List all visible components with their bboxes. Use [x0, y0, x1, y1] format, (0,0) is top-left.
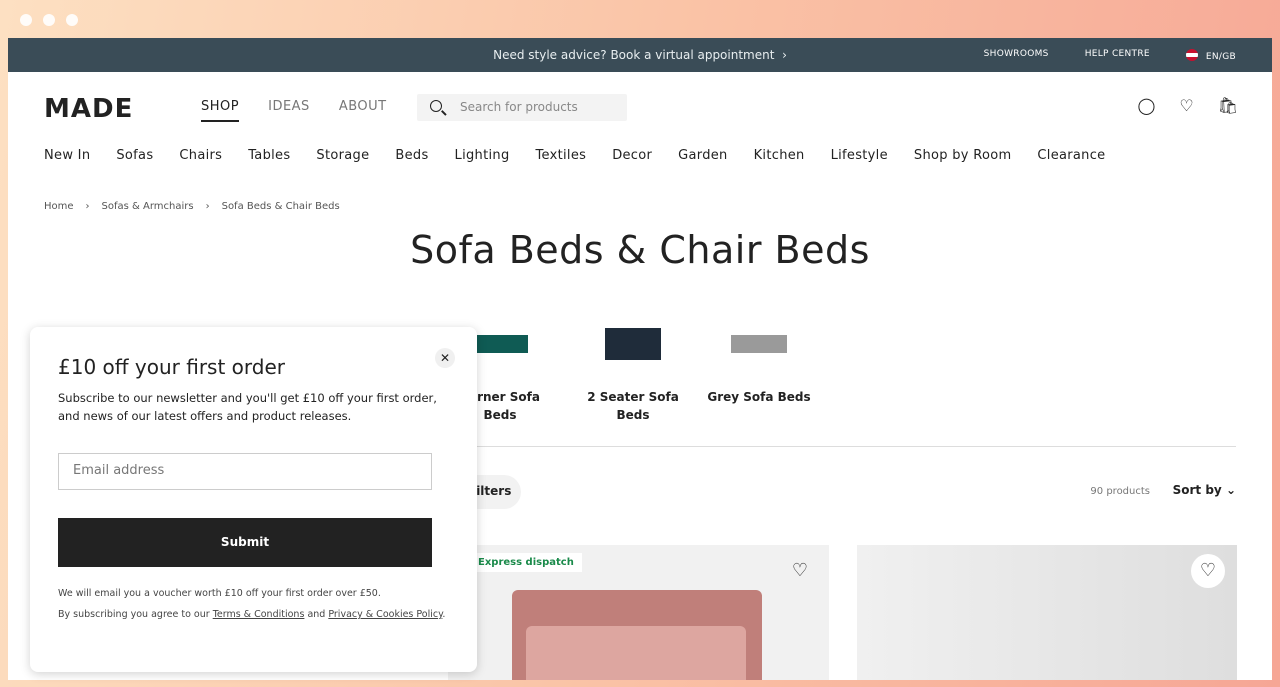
chevron-right-icon: ›: [778, 48, 787, 62]
category-item[interactable]: Clearance: [1037, 148, 1105, 163]
breadcrumb-home[interactable]: Home: [44, 201, 74, 212]
breadcrumb-current: Sofa Beds & Chair Beds: [221, 201, 340, 212]
category-item[interactable]: Lighting: [455, 148, 510, 163]
product-card[interactable]: Express dispatch ♡: [448, 545, 829, 680]
maximize-dot[interactable]: [66, 14, 78, 26]
tile-label: Grey Sofa Beds: [707, 390, 811, 404]
terms-link[interactable]: Terms & Conditions: [213, 609, 305, 620]
tile-label: 2 Seater Sofa Beds: [587, 390, 679, 422]
account-icon[interactable]: ◯: [1137, 96, 1155, 115]
category-item[interactable]: New In: [44, 148, 90, 163]
category-item[interactable]: Garden: [678, 148, 727, 163]
locale-text: EN/GB: [1205, 52, 1236, 62]
promo-text: Need style advice? Book a virtual appoin…: [493, 48, 775, 62]
category-item[interactable]: Textiles: [536, 148, 587, 163]
category-item[interactable]: Tables: [248, 148, 290, 163]
minimize-dot[interactable]: [43, 14, 55, 26]
nav-shop[interactable]: SHOP: [201, 99, 240, 122]
top-bar: Need style advice? Book a virtual appoin…: [8, 38, 1272, 72]
popup-fine-print: We will email you a voucher worth £10 of…: [58, 583, 448, 625]
popup-title: £10 off your first order: [58, 355, 286, 379]
consent-text: By subscribing you agree to our: [58, 609, 210, 620]
window-controls: [20, 14, 78, 26]
newsletter-popup: £10 off your first order ✕ Subscribe to …: [30, 327, 477, 672]
submit-button[interactable]: Submit: [58, 518, 432, 567]
product-image: [512, 590, 762, 680]
wishlist-heart-icon[interactable]: ♡: [1179, 96, 1193, 115]
corner-sofa-image: [472, 335, 528, 353]
category-item[interactable]: Storage: [316, 148, 369, 163]
consent-and: and: [307, 609, 326, 620]
category-item[interactable]: Shop by Room: [914, 148, 1012, 163]
search-icon: [430, 100, 442, 112]
category-nav: New In Sofas Chairs Tables Storage Beds …: [44, 148, 1105, 163]
wishlist-heart-icon[interactable]: ♡: [1191, 554, 1225, 588]
category-tile-grey[interactable]: Grey Sofa Beds: [704, 323, 814, 406]
sort-label: Sort by: [1172, 483, 1222, 497]
wishlist-heart-icon[interactable]: ♡: [783, 554, 817, 588]
locale-selector[interactable]: EN/GB: [1185, 49, 1236, 62]
voucher-note: We will email you a voucher worth £10 of…: [58, 588, 381, 599]
email-field[interactable]: Email address: [58, 453, 432, 490]
uk-flag-icon: [1185, 49, 1198, 61]
privacy-link[interactable]: Privacy & Cookies Policy: [328, 609, 442, 620]
product-card[interactable]: ♡: [857, 545, 1237, 680]
close-icon[interactable]: ✕: [435, 348, 455, 368]
breadcrumb: Home › Sofas & Armchairs › Sofa Beds & Cha…: [44, 201, 340, 212]
grey-sofa-image: [731, 335, 787, 353]
breadcrumb-sofas[interactable]: Sofas & Armchairs: [102, 201, 194, 212]
help-centre-link[interactable]: HELP CENTRE: [1085, 49, 1150, 62]
cushion: [526, 626, 746, 680]
chevron-right-icon: ›: [85, 201, 90, 212]
page-title: Sofa Beds & Chair Beds: [410, 228, 870, 272]
nav-ideas[interactable]: IDEAS: [268, 99, 310, 122]
category-item[interactable]: Kitchen: [754, 148, 805, 163]
category-item[interactable]: Beds: [395, 148, 428, 163]
search-placeholder: Search for products: [460, 100, 578, 114]
basket-icon[interactable]: 🛍: [1218, 96, 1238, 115]
search-input[interactable]: Search for products: [417, 94, 627, 121]
category-item[interactable]: Lifestyle: [831, 148, 888, 163]
category-item[interactable]: Sofas: [116, 148, 153, 163]
popup-description: Subscribe to our newsletter and you'll g…: [58, 391, 437, 423]
2-seater-sofa-image: [605, 328, 661, 360]
category-item[interactable]: Decor: [612, 148, 652, 163]
sort-by-dropdown[interactable]: Sort by ⌄: [1173, 483, 1236, 497]
category-tile-2-seater[interactable]: 2 Seater Sofa Beds: [578, 323, 688, 424]
showrooms-link[interactable]: SHOWROOMS: [984, 49, 1049, 62]
logo[interactable]: MADE: [44, 94, 133, 124]
category-item[interactable]: Chairs: [179, 148, 222, 163]
chevron-right-icon: ›: [205, 201, 210, 212]
nav-about[interactable]: ABOUT: [339, 99, 387, 122]
chevron-down-icon: ⌄: [1225, 483, 1236, 497]
product-count: 90 products: [1090, 486, 1150, 497]
divider: [448, 446, 1236, 447]
close-dot[interactable]: [20, 14, 32, 26]
